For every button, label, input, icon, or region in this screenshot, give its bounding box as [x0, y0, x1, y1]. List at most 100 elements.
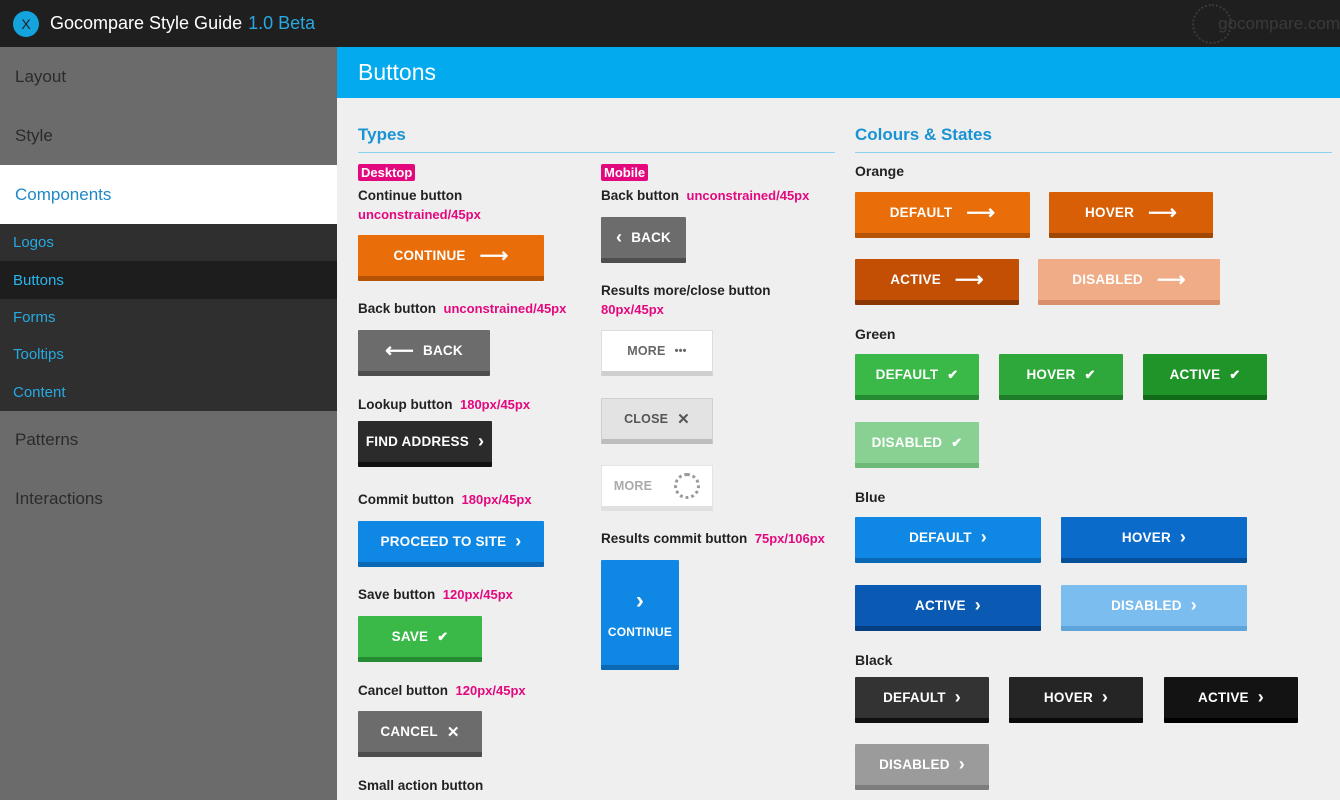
green-disabled-label: DISABLED — [871, 435, 943, 450]
cancel-button-label: CANCEL — [380, 724, 438, 739]
subnav-content[interactable]: Content — [0, 374, 337, 411]
green-default-button[interactable]: DEFAULT ✔ — [855, 354, 979, 400]
orange-disabled-label: DISABLED — [1072, 272, 1143, 287]
green-active-label: ACTIVE — [1169, 367, 1221, 382]
orange-active-button[interactable]: ACTIVE ⟶ — [855, 259, 1019, 305]
black-active-button[interactable]: ACTIVE › — [1164, 677, 1298, 723]
green-active-button[interactable]: ACTIVE ✔ — [1143, 354, 1267, 400]
back-spec: unconstrained/45px — [443, 301, 567, 316]
back-label: Back button unconstrained/45px — [358, 301, 566, 316]
brand-text: gocompare.com — [1218, 13, 1340, 33]
app-version: 1.0 Beta — [248, 13, 316, 33]
top-bar: X Gocompare Style Guide 1.0 Beta gocompa… — [0, 0, 1340, 47]
orange-default-button[interactable]: DEFAULT ⟶ — [855, 192, 1030, 238]
chevron-right-icon: › — [958, 754, 965, 774]
nav-style[interactable]: Style — [0, 106, 337, 165]
results-commit-button-label: CONTINUE — [607, 624, 673, 639]
cancel-button[interactable]: CANCEL ✕ — [358, 711, 482, 757]
nav-interactions[interactable]: Interactions — [0, 470, 337, 529]
mobile-back-spec: unconstrained/45px — [686, 188, 810, 203]
main-content: Buttons Types Desktop Continue button un… — [337, 47, 1340, 800]
chevron-right-icon: › — [635, 586, 645, 614]
sidebar: Layout Style Components Logos Buttons Fo… — [0, 47, 337, 800]
green-disabled-button: DISABLED ✔ — [855, 422, 979, 468]
subnav-buttons[interactable]: Buttons — [0, 261, 337, 299]
close-icon: ✕ — [446, 723, 460, 741]
lookup-spec: 180px/45px — [459, 397, 531, 412]
save-spec: 120px/45px — [442, 587, 513, 602]
black-disabled-button: DISABLED › — [855, 744, 989, 790]
lookup-label: Lookup button 180px/45px — [358, 397, 530, 412]
black-active-label: ACTIVE — [1198, 690, 1249, 705]
check-icon: ✔ — [1084, 366, 1096, 382]
blue-hover-label: HOVER — [1121, 530, 1171, 545]
check-icon: ✔ — [437, 628, 449, 644]
blue-label: Blue — [855, 489, 886, 505]
continue-label: Continue button — [358, 188, 463, 203]
blue-default-button[interactable]: DEFAULT › — [855, 517, 1041, 563]
arrow-right-icon: ⟶ — [1156, 269, 1186, 291]
arrow-left-icon: ⟵ — [385, 340, 415, 362]
orange-label: Orange — [855, 163, 905, 179]
find-address-button[interactable]: FIND ADDRESS › — [358, 421, 492, 467]
close-icon: ✕ — [677, 411, 690, 428]
black-default-button[interactable]: DEFAULT › — [855, 677, 989, 723]
black-default-label: DEFAULT — [883, 690, 946, 705]
back-button[interactable]: ⟵ BACK — [358, 330, 490, 376]
green-hover-label: HOVER — [1026, 367, 1076, 382]
orange-default-label: DEFAULT — [889, 205, 953, 220]
page-title: Buttons — [337, 47, 1340, 98]
cancel-label-text: Cancel button — [358, 683, 448, 698]
black-hover-button[interactable]: HOVER › — [1009, 677, 1143, 723]
blue-disabled-label: DISABLED — [1111, 598, 1182, 613]
mobile-back-label: Back button unconstrained/45px — [601, 188, 809, 203]
subnav-forms[interactable]: Forms — [0, 299, 337, 336]
mobile-back-button[interactable]: ‹ BACK — [601, 217, 686, 263]
chevron-right-icon: › — [1179, 527, 1187, 547]
blue-default-label: DEFAULT — [909, 530, 972, 545]
chevron-right-icon: › — [954, 687, 961, 707]
more-loading-label: MORE — [613, 479, 653, 493]
commit-spec: 180px/45px — [461, 492, 532, 507]
commit-label: Commit button 180px/45px — [358, 492, 532, 507]
loading-spinner-icon — [674, 473, 701, 499]
orange-hover-button[interactable]: HOVER ⟶ — [1049, 192, 1213, 238]
chevron-left-icon: ‹ — [615, 227, 623, 247]
subnav-logos[interactable]: Logos — [0, 224, 337, 261]
black-disabled-label: DISABLED — [879, 757, 950, 772]
dots-icon: ••• — [674, 345, 687, 357]
close-icon[interactable]: X — [13, 10, 39, 37]
blue-disabled-button: DISABLED › — [1061, 585, 1247, 631]
results-commit-button[interactable]: › CONTINUE — [601, 560, 679, 670]
colours-divider — [855, 152, 1332, 153]
results-commit-spec: 75px/106px — [754, 531, 825, 546]
results-commit-label: Results commit button 75px/106px — [601, 531, 825, 546]
blue-active-label: ACTIVE — [915, 598, 966, 613]
nav-patterns[interactable]: Patterns — [0, 411, 337, 470]
mobile-back-label-text: Back button — [601, 188, 680, 203]
close-button-label: CLOSE — [624, 412, 669, 426]
continue-button[interactable]: CONTINUE ⟶ — [358, 235, 544, 281]
continue-button-label: CONTINUE — [393, 248, 466, 263]
find-address-label: FIND ADDRESS — [365, 434, 469, 449]
black-hover-label: HOVER — [1043, 690, 1093, 705]
save-button[interactable]: SAVE ✔ — [358, 616, 482, 662]
blue-active-button[interactable]: ACTIVE › — [855, 585, 1041, 631]
check-icon: ✔ — [947, 366, 959, 382]
more-loading-button: MORE — [601, 465, 713, 511]
results-more-close-spec: 80px/45px — [601, 302, 664, 317]
chevron-right-icon: › — [1190, 595, 1197, 615]
subnav-tooltips[interactable]: Tooltips — [0, 336, 337, 373]
blue-hover-button[interactable]: HOVER › — [1061, 517, 1247, 563]
results-more-close-label: Results more/close button — [601, 283, 771, 298]
nav-components[interactable]: Components — [0, 165, 337, 224]
green-hover-button[interactable]: HOVER ✔ — [999, 354, 1123, 400]
proceed-to-site-button[interactable]: PROCEED TO SITE › — [358, 521, 544, 567]
check-icon: ✔ — [1229, 366, 1241, 382]
orange-active-label: ACTIVE — [890, 272, 941, 287]
back-label-text: Back button — [358, 301, 437, 316]
cancel-spec: 120px/45px — [455, 683, 526, 698]
more-button[interactable]: MORE ••• — [601, 330, 713, 376]
nav-layout[interactable]: Layout — [0, 47, 337, 106]
close-button[interactable]: CLOSE ✕ — [601, 398, 713, 444]
